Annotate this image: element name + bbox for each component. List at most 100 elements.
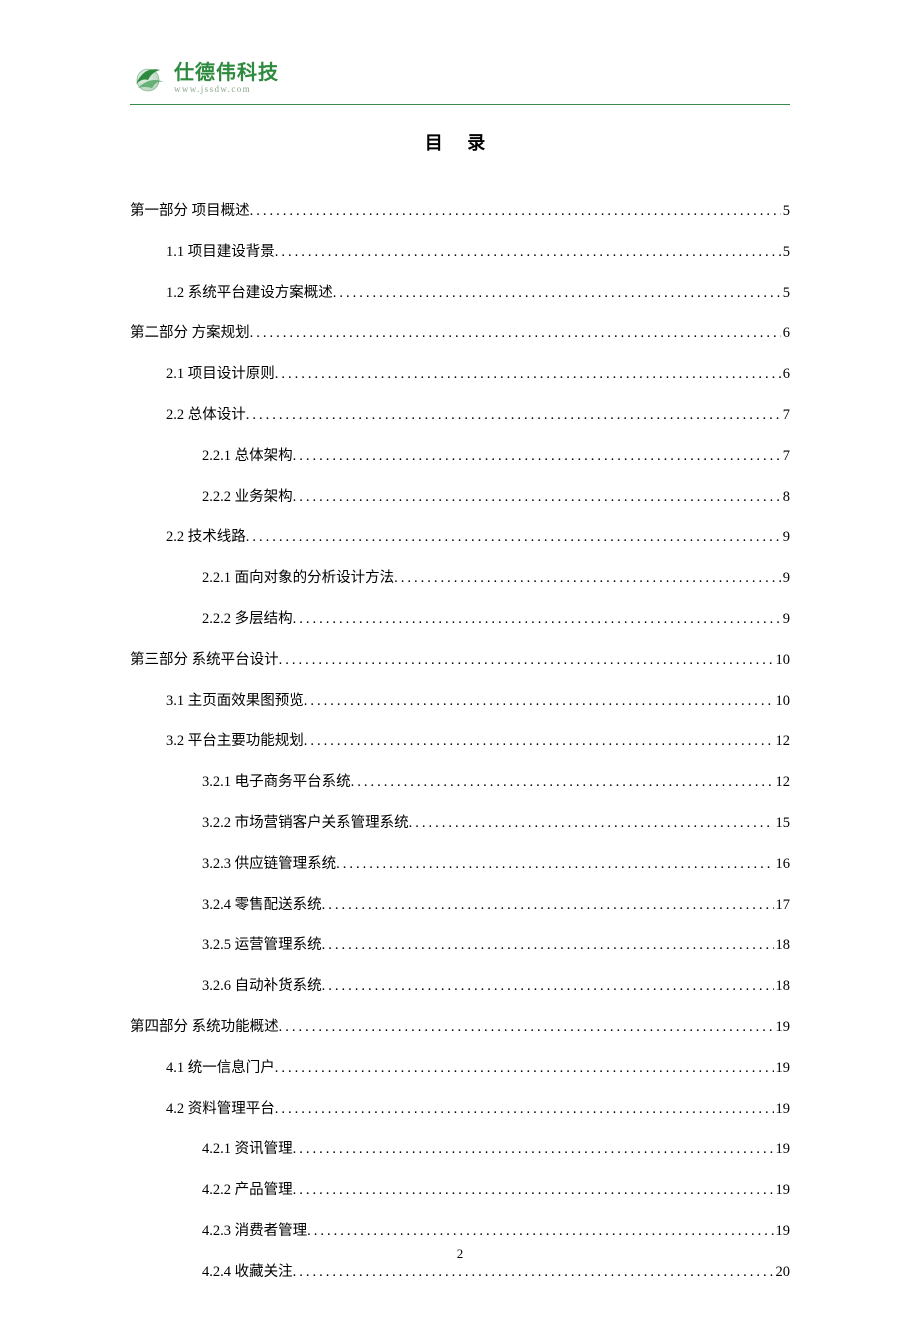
toc-entry-page: 19 <box>774 1099 791 1119</box>
toc-entry-label: 2.2.2 业务架构 <box>202 487 293 507</box>
toc-entry[interactable]: 2.1 项目设计原则 6 <box>130 364 790 384</box>
toc-entry[interactable]: 1.1 项目建设背景 5 <box>130 242 790 262</box>
toc-entry[interactable]: 3.2.4 零售配送系统17 <box>130 895 790 915</box>
toc-entry[interactable]: 3.2.5 运营管理系统 18 <box>130 935 790 955</box>
toc-entry-label: 2.2.2 多层结构 <box>202 609 293 629</box>
toc-entry-page: 8 <box>781 487 790 507</box>
logo-name-cn: 仕德伟科技 <box>174 63 279 83</box>
toc-leader-dots <box>394 568 781 588</box>
toc-entry[interactable]: 2.2.1 面向对象的分析设计方法 9 <box>130 568 790 588</box>
toc-entry-page: 19 <box>774 1017 791 1037</box>
toc-entry-page: 20 <box>774 1262 791 1282</box>
page-number: 2 <box>0 1246 920 1262</box>
toc-entry-page: 12 <box>774 772 791 792</box>
toc-entry-page: 17 <box>774 895 791 915</box>
toc-entry-page: 6 <box>781 323 790 343</box>
toc-entry[interactable]: 4.1 统一信息门户 19 <box>130 1058 790 1078</box>
toc-entry[interactable]: 4.2 资料管理平台19 <box>130 1099 790 1119</box>
toc-entry-label: 第一部分 项目概述 <box>130 201 250 221</box>
toc-leader-dots <box>333 283 781 303</box>
toc-leader-dots <box>246 405 781 425</box>
toc-entry-page: 12 <box>774 731 791 751</box>
toc-entry-page: 5 <box>781 201 790 221</box>
toc-entry[interactable]: 3.2.3 供应链管理系统 16 <box>130 854 790 874</box>
toc-entry[interactable]: 2.2 总体设计 7 <box>130 405 790 425</box>
logo-text: 仕德伟科技 www.jssdw.com <box>174 63 279 94</box>
toc-entry[interactable]: 4.2.1 资讯管理 19 <box>130 1139 790 1159</box>
toc-entry-page: 18 <box>774 935 791 955</box>
toc-entry[interactable]: 第一部分 项目概述 5 <box>130 201 790 221</box>
toc-entry[interactable]: 3.1 主页面效果图预览10 <box>130 691 790 711</box>
toc-leader-dots <box>293 446 781 466</box>
toc-entry[interactable]: 2.2.2 业务架构 8 <box>130 487 790 507</box>
toc-entry-page: 19 <box>774 1221 791 1241</box>
toc-entry[interactable]: 2.2.1 总体架构7 <box>130 446 790 466</box>
toc-entry-label: 3.2.5 运营管理系统 <box>202 935 322 955</box>
toc-leader-dots <box>322 976 774 996</box>
toc-entry-label: 3.2.6 自动补货系统 <box>202 976 322 996</box>
toc-leader-dots <box>250 323 781 343</box>
toc-leader-dots <box>246 527 781 547</box>
toc-entry-page: 19 <box>774 1139 791 1159</box>
toc-entry-page: 18 <box>774 976 791 996</box>
toc-entry-label: 2.2 总体设计 <box>166 405 246 425</box>
toc-leader-dots <box>293 487 781 507</box>
toc-entry-label: 4.2.2 产品管理 <box>202 1180 293 1200</box>
toc-entry[interactable]: 3.2 平台主要功能规划 12 <box>130 731 790 751</box>
toc-entry-page: 7 <box>781 446 790 466</box>
toc-entry-label: 4.2.1 资讯管理 <box>202 1139 293 1159</box>
toc-leader-dots <box>293 1139 774 1159</box>
toc-entry-label: 第三部分 系统平台设计 <box>130 650 279 670</box>
toc-entry[interactable]: 2.2 技术线路 9 <box>130 527 790 547</box>
toc-leader-dots <box>304 731 774 751</box>
toc-entry-label: 第四部分 系统功能概述 <box>130 1017 279 1037</box>
toc-entry-page: 9 <box>781 568 790 588</box>
toc-entry[interactable]: 3.2.6 自动补货系统 18 <box>130 976 790 996</box>
toc-entry-label: 3.2.2 市场营销客户关系管理系统 <box>202 813 409 833</box>
toc-entry-label: 4.1 统一信息门户 <box>166 1058 275 1078</box>
toc-leader-dots <box>275 242 781 262</box>
toc-entry[interactable]: 第二部分 方案规划6 <box>130 323 790 343</box>
toc-entry-label: 2.1 项目设计原则 <box>166 364 275 384</box>
toc-entry-page: 9 <box>781 527 790 547</box>
toc-entry[interactable]: 4.2.2 产品管理 19 <box>130 1180 790 1200</box>
toc-leader-dots <box>304 691 774 711</box>
toc-entry-page: 15 <box>774 813 791 833</box>
toc-leader-dots <box>322 935 774 955</box>
toc-entry[interactable]: 4.2.4 收藏关注20 <box>130 1262 790 1282</box>
toc-leader-dots <box>279 650 774 670</box>
toc-entry-label: 1.1 项目建设背景 <box>166 242 275 262</box>
toc-leader-dots <box>409 813 774 833</box>
toc-entry[interactable]: 2.2.2 多层结构9 <box>130 609 790 629</box>
toc-entry-page: 10 <box>774 650 791 670</box>
toc-leader-dots <box>275 364 781 384</box>
toc-leader-dots <box>307 1221 773 1241</box>
toc-entry[interactable]: 4.2.3 消费者管理 19 <box>130 1221 790 1241</box>
toc-entry-label: 3.2 平台主要功能规划 <box>166 731 304 751</box>
toc-entry-label: 2.2.1 面向对象的分析设计方法 <box>202 568 394 588</box>
toc-entry-page: 5 <box>781 242 790 262</box>
toc-entry[interactable]: 3.2.1 电子商务平台系统 12 <box>130 772 790 792</box>
toc-title: 目 录 <box>130 129 790 155</box>
toc-entry[interactable]: 第三部分 系统平台设计 10 <box>130 650 790 670</box>
toc-leader-dots <box>279 1017 774 1037</box>
header: 仕德伟科技 www.jssdw.com <box>130 60 790 105</box>
toc-entry-label: 3.1 主页面效果图预览 <box>166 691 304 711</box>
logo-url: www.jssdw.com <box>174 85 279 94</box>
table-of-contents: 第一部分 项目概述 5 1.1 项目建设背景 5 1.2 系统平台建设方案概述5 第二部分… <box>130 201 790 1282</box>
toc-entry-label: 4.2.3 消费者管理 <box>202 1221 307 1241</box>
toc-entry-page: 7 <box>781 405 790 425</box>
toc-entry-label: 1.2 系统平台建设方案概述 <box>166 283 333 303</box>
toc-leader-dots <box>322 895 774 915</box>
toc-entry-label: 3.2.1 电子商务平台系统 <box>202 772 351 792</box>
toc-leader-dots <box>250 201 781 221</box>
toc-entry-page: 19 <box>774 1180 791 1200</box>
toc-entry-page: 19 <box>774 1058 791 1078</box>
toc-entry[interactable]: 第四部分 系统功能概述 19 <box>130 1017 790 1037</box>
toc-entry-page: 6 <box>781 364 790 384</box>
toc-leader-dots <box>293 609 781 629</box>
toc-entry[interactable]: 3.2.2 市场营销客户关系管理系统 15 <box>130 813 790 833</box>
toc-entry-label: 3.2.3 供应链管理系统 <box>202 854 336 874</box>
toc-entry-label: 2.2 技术线路 <box>166 527 246 547</box>
toc-entry[interactable]: 1.2 系统平台建设方案概述5 <box>130 283 790 303</box>
